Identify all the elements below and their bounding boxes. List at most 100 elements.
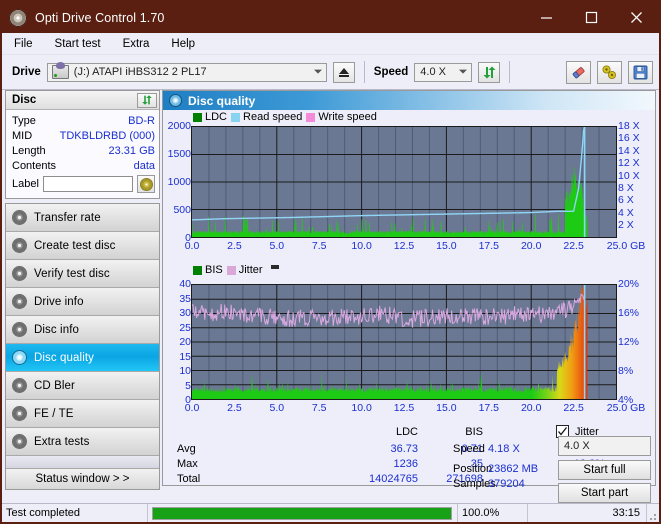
sidebar-item-disc-info[interactable]: Disc info	[6, 316, 159, 344]
x-tick-label: 0.0	[184, 402, 200, 414]
sidebar-item-extra-tests[interactable]: Extra tests	[6, 428, 159, 456]
stats-speed-value: 4.18 X	[488, 443, 520, 455]
charts-area: LDC Read speed Write speed 2000 1500 100…	[163, 110, 655, 503]
sidebar-item-label: Transfer rate	[34, 211, 101, 224]
elapsed-time: 33:15	[528, 503, 647, 522]
disc-quality-icon	[169, 94, 182, 107]
legend-item-write-speed: Write speed	[306, 111, 377, 123]
eraser-icon	[572, 66, 585, 78]
drive-select[interactable]: (J:) ATAPI iHBS312 2 PL17	[46, 62, 327, 82]
chart-bis-jitter: BIS Jitter 40 35 30 25 20 15 10 5 0 20% …	[163, 262, 655, 420]
x-tick-label: 2.5	[227, 402, 242, 414]
speed-label: Speed	[373, 66, 409, 78]
tools-button[interactable]	[597, 60, 622, 84]
disc-refresh-button[interactable]	[137, 92, 157, 108]
disc-icon	[12, 434, 27, 449]
nav-spacer	[6, 456, 159, 469]
drive-icon	[51, 62, 69, 79]
tools-icon	[602, 65, 616, 79]
stats-row-avg-ldc: 36.73	[390, 443, 418, 455]
sidebar-item-label: Drive info	[34, 295, 84, 308]
chart1-canvas	[192, 127, 616, 237]
menu-item-start-test[interactable]: Start test	[53, 37, 103, 51]
stats-row-avg-key: Avg	[177, 443, 196, 455]
disc-label-input[interactable]	[42, 176, 133, 192]
x-tick-label: 12.5	[393, 240, 415, 252]
sidebar-item-label: CD Bler	[34, 379, 75, 392]
chart1-ytick: 2000	[167, 120, 191, 132]
minimize-button[interactable]	[524, 2, 569, 33]
legend-swatch-write-speed	[306, 112, 316, 122]
x-tick-label: 0.0	[184, 240, 200, 252]
menu-item-file[interactable]: File	[12, 37, 35, 51]
x-tick-label: 7.5	[311, 402, 327, 414]
close-button[interactable]	[614, 2, 659, 33]
start-full-button[interactable]: Start full	[558, 460, 651, 480]
stats-row-total-key: Total	[177, 473, 201, 485]
chart2-ytick: 30	[179, 307, 191, 319]
app-disc-icon	[9, 8, 27, 27]
x-tick-label: 20.0	[520, 402, 542, 414]
legend-swatch-jitter	[226, 265, 236, 275]
test-speed-select[interactable]: 4.0 X	[558, 436, 651, 456]
erase-button[interactable]	[566, 60, 591, 84]
maximize-button[interactable]	[569, 2, 614, 33]
refresh-button[interactable]	[478, 61, 501, 83]
sidebar-item-cd-bler[interactable]: CD Bler	[6, 372, 159, 400]
status-window-button[interactable]: Status window > >	[6, 469, 159, 489]
x-tick-label: 5.0	[269, 402, 285, 414]
test-speed-value: 4.0 X	[564, 440, 590, 452]
sidebar-item-label: Create test disc	[34, 239, 116, 252]
status-bar: Test completed 100.0% 33:15	[2, 503, 659, 522]
x-tick-label: 17.5	[478, 240, 500, 252]
x-tick-label: 7.5	[311, 240, 327, 252]
speed-select[interactable]: 4.0 X	[414, 62, 473, 82]
main-content: Disc quality LDC Read speed Write speed …	[160, 90, 659, 503]
chevron-down-icon	[313, 69, 322, 74]
legend-swatch-ldc	[193, 112, 202, 122]
disc-label-row: Label	[12, 174, 155, 194]
menu-item-extra[interactable]: Extra	[121, 37, 152, 51]
disc-icon	[12, 238, 27, 253]
start-part-button[interactable]: Start part	[558, 483, 651, 503]
x-tick-label: 15.0	[436, 402, 457, 414]
chart2-ytick: 20	[179, 336, 191, 348]
sidebar-item-drive-info[interactable]: Drive info	[6, 288, 159, 316]
eject-button[interactable]	[332, 61, 355, 83]
menu-item-help[interactable]: Help	[169, 37, 197, 51]
chart2-y-axis: 40 35 30 25 20 15 10 5 0	[163, 262, 191, 420]
main-body: Disc Type BD-R MID TDKBLDRBD (000) Lengt…	[2, 90, 659, 503]
test-nav-list: Transfer rate Create test disc Verify te…	[5, 203, 160, 490]
sidebar-item-label: Disc quality	[34, 351, 94, 364]
legend-marker-box	[270, 265, 279, 269]
legend-label-ldc: LDC	[205, 111, 228, 123]
disc-icon	[12, 266, 27, 281]
x-tick-label: 5.0	[269, 240, 285, 252]
resize-grip[interactable]	[647, 504, 659, 523]
save-button[interactable]	[628, 60, 653, 84]
x-tick-label: 25.0 GB	[606, 402, 646, 414]
chart1-y2tick: 18 X	[618, 120, 640, 132]
sidebar-item-transfer-rate[interactable]: Transfer rate	[6, 204, 159, 232]
disc-label-button[interactable]	[137, 175, 155, 193]
legend-label-read-speed: Read speed	[243, 111, 303, 123]
chart1-y2tick: 12 X	[618, 157, 640, 170]
sidebar-item-label: Disc info	[34, 323, 79, 336]
disc-panel: Disc Type BD-R MID TDKBLDRBD (000) Lengt…	[5, 90, 160, 199]
chevron-down-icon	[459, 69, 468, 74]
chart2-ytick: 10	[179, 365, 191, 377]
chart2-ytick: 40	[179, 278, 191, 290]
disc-quality-header: Disc quality	[163, 91, 655, 110]
disc-icon	[12, 350, 27, 365]
legend-item-read-speed: Read speed	[231, 111, 302, 123]
disc-contents-key: Contents	[12, 159, 57, 172]
stats-position-key: Position	[453, 463, 493, 475]
x-tick-label: 10.0	[351, 402, 372, 414]
sidebar-item-verify-test-disc[interactable]: Verify test disc	[6, 260, 159, 288]
sidebar-item-fe-te[interactable]: FE / TE	[6, 400, 159, 428]
sidebar-item-disc-quality[interactable]: Disc quality	[6, 344, 159, 372]
toolbar-divider-2	[509, 61, 511, 83]
sidebar-item-create-test-disc[interactable]: Create test disc	[6, 232, 159, 260]
disc-icon	[12, 378, 27, 393]
chart2-y2tick: 20%	[618, 278, 640, 290]
